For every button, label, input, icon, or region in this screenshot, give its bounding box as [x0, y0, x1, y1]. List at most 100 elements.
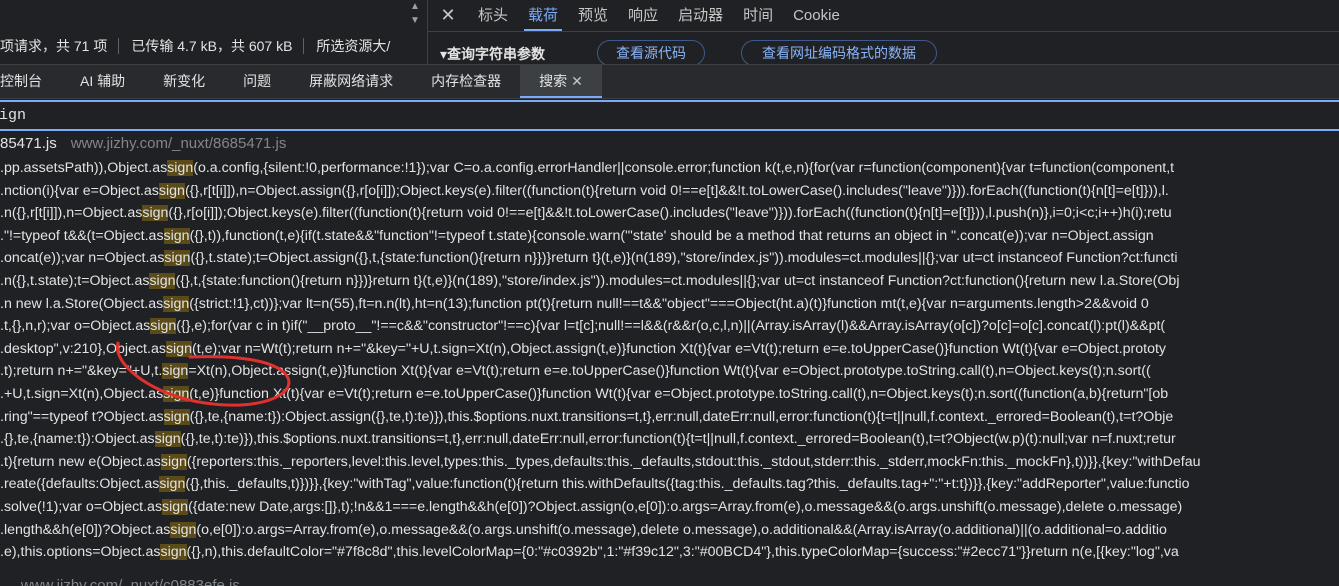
match-highlight: sign — [170, 521, 197, 538]
close-icon[interactable]: ✕ — [428, 5, 468, 26]
tab-search-label: 搜索 — [539, 73, 568, 89]
result-line[interactable]: .t){return new e(Object.assign({reporter… — [0, 451, 1339, 473]
tab-memory-inspector[interactable]: 内存检查器 — [412, 65, 520, 98]
match-highlight: sign — [163, 386, 190, 402]
result-line[interactable]: .n({},r[t[i]]),n=Object.assign({},r[o[i]… — [0, 202, 1339, 224]
tab-cookies[interactable]: Cookie — [783, 0, 850, 31]
tab-changes[interactable]: 新变化 — [144, 65, 224, 98]
result-line-prefix: .nction(i){var e=Object.as — [0, 182, 159, 199]
result-line-prefix: .oncat(e));var n=Object.as — [0, 250, 165, 267]
result-line[interactable]: .t);return n+="&key="+U,t.sign=Xt(n),Obj… — [0, 360, 1339, 382]
detail-tab-bar: ✕ 标头 载荷 预览 响应 启动器 时间 Cookie — [428, 0, 1339, 32]
result-line-prefix: .length&&h(e[0])?Object.as — [0, 521, 171, 538]
match-highlight: sign — [160, 544, 187, 561]
result-line[interactable]: .pp.assetsPath)),Object.assign(o.a.confi… — [0, 157, 1339, 179]
tab-response[interactable]: 响应 — [618, 0, 668, 31]
result-line[interactable]: .length&&h(e[0])?Object.assign(o,e[0]):o… — [0, 519, 1339, 541]
result-line[interactable]: .nction(i){var e=Object.assign({},r[t[i]… — [0, 180, 1339, 202]
request-detail-panel: ✕ 标头 载荷 预览 响应 启动器 时间 Cookie ▾查询字符串参数 查看源… — [427, 0, 1339, 66]
result-line-prefix: .solve(!1);var o=Object.as — [0, 499, 163, 515]
result-line[interactable]: .solve(!1);var o=Object.assign({date:new… — [0, 496, 1339, 518]
result-line-suffix: (t,e);var n=Wt(t);return n+="&key="+U,t.… — [191, 340, 1167, 357]
result-line-prefix: .t,{},n,r);var o=Object.as — [0, 318, 151, 335]
match-highlight: sign — [162, 499, 189, 515]
match-highlight: sign — [142, 205, 169, 222]
next-file-header[interactable]: .....www.jizhy.com/_nuxt/c0883efe.js — [0, 577, 240, 586]
result-line-prefix: .n new l.a.Store(Object.as — [0, 295, 164, 312]
tab-timing[interactable]: 时间 — [733, 0, 783, 31]
match-highlight: sign — [149, 273, 176, 289]
query-string-section-toggle[interactable]: ▾查询字符串参数 — [440, 44, 545, 64]
search-input[interactable] — [0, 102, 1330, 129]
result-line-suffix: ({},te,t):te)}),this.$options.nuxt.trans… — [180, 431, 1176, 448]
result-line-suffix: ({strict:!1},ct))};var lt=n(55),ft=n.n(l… — [189, 295, 1149, 312]
result-line[interactable]: .n({},t.state);t=Object.assign({},t,{sta… — [0, 270, 1339, 292]
network-request-panel: ▲ ▼ 项请求，共 71 项 已传输 4.7 kB，共 607 kB 所选资源大… — [0, 0, 426, 64]
match-highlight: sign — [164, 250, 191, 267]
tab-preview[interactable]: 预览 — [568, 0, 618, 31]
match-highlight: sign — [162, 363, 189, 380]
result-line[interactable]: .ring"==typeof t?Object.assign({},te,{na… — [0, 406, 1339, 428]
result-line-prefix: .+U,t.sign=Xt(n),Object.as — [0, 386, 164, 402]
network-summary-bar: 项请求，共 71 项 已传输 4.7 kB，共 607 kB 所选资源大/ — [0, 34, 426, 58]
match-highlight: sign — [160, 453, 187, 470]
match-highlight: sign — [163, 295, 190, 312]
match-highlight: sign — [150, 318, 177, 335]
tab-network-request-blocking[interactable]: 屏蔽网络请求 — [290, 65, 412, 98]
result-line-prefix: .ring"==typeof t?Object.as — [0, 408, 164, 425]
result-line-suffix: ({date:new Date,args:[]},t);!n&&1===e.le… — [188, 499, 1183, 515]
result-file-header[interactable]: 85471.js www.jizhy.com/_nuxt/8685471.js — [0, 135, 286, 157]
match-highlight: sign — [154, 431, 181, 448]
search-results: 85471.js www.jizhy.com/_nuxt/8685471.js .… — [0, 133, 1339, 586]
match-highlight: sign — [165, 340, 192, 357]
result-line-suffix: ({},this._defaults,t)})}},{key:"withTag"… — [185, 476, 1190, 493]
result-line[interactable]: .desktop",v:210},Object.assign(t,e);var … — [0, 338, 1339, 360]
result-line[interactable]: .t,{},n,r);var o=Object.assign({},e);for… — [0, 315, 1339, 337]
result-line[interactable]: .{},te,{name:t}):Object.assign({},te,t):… — [0, 428, 1339, 450]
result-line-suffix: ({},te,{name:t}):Object.assign({},te,t):… — [189, 408, 1174, 425]
match-highlight: sign — [163, 227, 190, 244]
result-line-suffix: (t,e)}function Xt(t){var e=Vt(t);return … — [189, 386, 1169, 402]
result-line-prefix: .t);return n+="&key="+U,t. — [0, 363, 163, 380]
result-line-prefix: .{},te,{name:t}):Object.as — [0, 431, 155, 448]
result-line-prefix: .n({},r[t[i]]),n=Object.as — [0, 205, 143, 222]
tab-initiator[interactable]: 启动器 — [668, 0, 733, 31]
result-line-suffix: (o.a.config,{silent:!0,performance:!1});… — [193, 160, 1175, 176]
result-line-prefix: .e),this.options=Object.as — [0, 544, 161, 561]
tab-search[interactable]: 搜索 ✕ — [520, 65, 602, 98]
request-count: 项请求，共 71 项 — [0, 38, 108, 54]
result-line-suffix: ({},r[o[i]]);Object.keys(e).filter((func… — [168, 205, 1172, 222]
result-line-prefix: ."!=typeof t&&(t=Object.as — [0, 227, 164, 244]
drawer-tab-bar: 控制台 AI 辅助 新变化 问题 屏蔽网络请求 内存检查器 搜索 ✕ — [0, 64, 1339, 99]
result-line-prefix: .reate({defaults:Object.as — [0, 476, 160, 493]
scroll-down-arrow-icon[interactable]: ▼ — [408, 16, 422, 26]
result-line-suffix: ({},e);for(var c in t)if("__proto__"!==c… — [176, 318, 1166, 335]
view-source-button[interactable]: 查看源代码 — [597, 40, 705, 66]
resource-size: 所选资源大/ — [316, 38, 391, 54]
close-tab-icon[interactable]: ✕ — [571, 73, 583, 89]
result-line[interactable]: .n new l.a.Store(Object.assign({strict:!… — [0, 293, 1339, 315]
tab-console[interactable]: 控制台 — [0, 65, 61, 98]
view-url-encoded-button[interactable]: 查看网址编码格式的数据 — [741, 40, 937, 66]
result-line[interactable]: ."!=typeof t&&(t=Object.assign({},t)),fu… — [0, 225, 1339, 247]
search-bar — [0, 100, 1339, 131]
result-line[interactable]: .e),this.options=Object.assign({},n),thi… — [0, 541, 1339, 563]
tab-payload[interactable]: 载荷 — [518, 0, 568, 31]
result-line-prefix: .pp.assetsPath)),Object.as — [0, 160, 168, 176]
tab-ai-assistance[interactable]: AI 辅助 — [61, 65, 144, 98]
divider — [303, 38, 305, 54]
scroll-up-arrow-icon[interactable]: ▲ — [408, 2, 422, 12]
result-line-suffix: ({},r[t[i]]),n=Object.assign({},r[o[i]])… — [184, 182, 1169, 199]
result-line-suffix: ({},t.state);t=Object.assign({},t,{state… — [190, 250, 1178, 267]
tab-headers[interactable]: 标头 — [468, 0, 518, 31]
result-line-prefix: .n({},t.state);t=Object.as — [0, 273, 150, 289]
result-line-suffix: (o,e[0]):o.args=Array.from(e),o.message&… — [196, 521, 1167, 538]
result-line-suffix: ({reporters:this._reporters,level:this.l… — [186, 453, 1201, 470]
result-line-suffix: ({},t)),function(t,e){if(t.state&&"funct… — [189, 227, 1154, 244]
result-line[interactable]: .oncat(e));var n=Object.assign({},t.stat… — [0, 247, 1339, 269]
result-line-suffix: ({},t,{state:function(){return n}})}retu… — [175, 273, 1180, 289]
result-line-suffix: ({},n),this.defaultColor="#7f8c8d",this.… — [186, 544, 1179, 561]
result-line[interactable]: .reate({defaults:Object.assign({},this._… — [0, 473, 1339, 495]
result-line[interactable]: .+U,t.sign=Xt(n),Object.assign(t,e)}func… — [0, 383, 1339, 405]
tab-issues[interactable]: 问题 — [224, 65, 290, 98]
